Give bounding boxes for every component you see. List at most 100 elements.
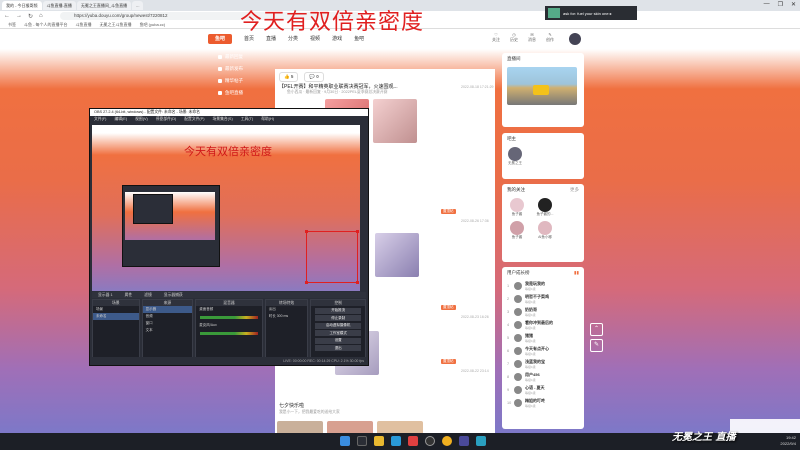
bookmark-item[interactable]: 无冕之王斗鱼直播 xyxy=(100,22,132,28)
close-button[interactable]: ✕ xyxy=(791,1,796,8)
virtual-camera-button[interactable]: 启动虚拟摄像机 xyxy=(315,322,361,329)
post-title[interactable]: 【PEL开赛】和平精英职业联赛决赛冠军，火速围观... xyxy=(279,83,398,90)
minimize-button[interactable]: — xyxy=(764,1,770,8)
source-item[interactable]: 窗口 xyxy=(143,320,193,327)
leftnav-item[interactable]: 最新回复 xyxy=(212,51,270,63)
system-tray[interactable]: 19:42 2022/9/4 xyxy=(780,435,796,447)
more-link[interactable]: 更多 xyxy=(570,187,579,193)
obs-icon[interactable] xyxy=(425,436,435,446)
message-icon[interactable]: ✉ 消息 xyxy=(528,32,536,43)
create-icon[interactable]: ✎ 创作 xyxy=(546,32,554,43)
obs-menu-item[interactable]: 帮助(H) xyxy=(261,116,274,123)
follow-item[interactable]: 鱼子酱 xyxy=(508,221,526,240)
follow-item[interactable]: 鱼子酱的... xyxy=(536,198,554,217)
ranking-item[interactable]: 3 奶奶哥 等级1级 xyxy=(502,305,584,318)
source-item[interactable]: 显示器 xyxy=(142,306,193,313)
obs-menu-item[interactable]: 配置文件(P) xyxy=(184,116,204,123)
follow-item[interactable]: AI鱼小嘟 xyxy=(536,221,554,240)
like-button[interactable]: 👍 5 xyxy=(279,72,299,82)
obs-menu-item[interactable]: 工具(T) xyxy=(241,116,253,123)
notification-banner[interactable]: ask for: fuel your skin one ▸ xyxy=(545,6,637,20)
nav-item[interactable]: 鱼吧 xyxy=(354,35,364,42)
nav-item[interactable]: 直播 xyxy=(266,35,276,42)
live-preview[interactable] xyxy=(507,67,577,105)
feedback-button[interactable]: ✎ xyxy=(590,339,603,352)
bookmark-item[interactable]: 鱼吧 (yuba.cc) xyxy=(140,22,166,28)
leftnav-item[interactable]: 最新发布 xyxy=(212,63,270,75)
exit-button[interactable]: 退出 xyxy=(315,345,361,351)
studio-mode-button[interactable]: 工作室模式 xyxy=(315,330,361,336)
source-item[interactable]: 音频 xyxy=(143,313,193,320)
leftnav-item[interactable]: 精华帖子 xyxy=(212,75,270,87)
app-icon[interactable] xyxy=(476,436,486,446)
scroll-top-button[interactable]: ⌃ xyxy=(590,323,603,336)
browser-tab[interactable]: 斗鱼直播-直播 xyxy=(42,1,76,10)
chrome-icon[interactable] xyxy=(442,436,452,446)
ad-bar[interactable] xyxy=(730,419,800,433)
source-item[interactable]: 文本 xyxy=(143,327,193,334)
ranking-item[interactable]: 7 浅蓝我的宝 等级1级 xyxy=(502,357,584,370)
obs-menu-item[interactable]: 场景集合(S) xyxy=(212,116,232,123)
maximize-button[interactable]: ❐ xyxy=(778,1,783,8)
obs-menu-item[interactable]: 编辑(E) xyxy=(114,116,127,123)
post-thumbnail[interactable] xyxy=(327,421,373,433)
ranking-item[interactable]: 10 梅姐的叮咚 等级1级 xyxy=(502,396,584,409)
ranking-item[interactable]: 4 看你冲到最后的 等级1级 xyxy=(502,318,584,331)
ranking-item[interactable]: 1 我是玩我的 等级1级 xyxy=(502,279,584,292)
browser-tab[interactable]: ... xyxy=(132,1,144,10)
history-icon[interactable]: ◷ 历史 xyxy=(510,32,518,43)
back-icon[interactable]: ← xyxy=(4,13,10,19)
comment-button[interactable]: 💬 0 xyxy=(304,72,324,82)
anchor-avatar[interactable] xyxy=(508,147,522,161)
obs-menu-item[interactable]: 视图(V) xyxy=(135,116,148,123)
post-thumbnail[interactable] xyxy=(373,99,417,143)
filters-button[interactable]: 滤镜 xyxy=(144,292,152,298)
obs-preview[interactable]: 今天有双倍亲密度 xyxy=(92,125,360,291)
follow-icon[interactable]: ♡ 关注 xyxy=(492,32,500,43)
ranking-item[interactable]: 8 用户456 等级1级 xyxy=(502,370,584,383)
browser-tab[interactable]: 无冕之王直播间_斗鱼直播 xyxy=(76,1,132,10)
browser-tab[interactable]: 我的 - 今日猴哥频 xyxy=(2,1,42,10)
obs-menu-item[interactable]: 停靠部件(D) xyxy=(156,116,176,123)
start-streaming-button[interactable]: 开始推流 xyxy=(315,307,361,314)
transition-duration[interactable]: 时长 300 ms xyxy=(266,313,308,320)
site-logo[interactable]: 鱼吧 xyxy=(208,34,232,44)
nav-item[interactable]: 首页 xyxy=(244,35,254,42)
properties-button[interactable]: 属性 xyxy=(125,292,133,298)
scene-item[interactable]: 场景 xyxy=(93,306,139,313)
post-thumbnail[interactable] xyxy=(277,421,323,433)
post-title[interactable]: 七夕快乐啦 xyxy=(279,402,304,409)
follow-item[interactable]: 鱼子酱 xyxy=(508,198,526,217)
scene-item[interactable]: 未命名 xyxy=(93,313,139,320)
anchor-profile[interactable]: 无冕之王 xyxy=(502,145,584,168)
ranking-item[interactable]: 2 明哲不子菜鸡 等级1级 xyxy=(502,292,584,305)
leftnav-item[interactable]: 鱼吧直播 xyxy=(212,87,270,99)
nav-item[interactable]: 分类 xyxy=(288,35,298,42)
post-thumbnail[interactable] xyxy=(375,233,419,277)
post-thumbnail[interactable] xyxy=(377,421,423,433)
nav-item[interactable]: 视频 xyxy=(310,35,320,42)
banner-thumbnail xyxy=(548,8,560,18)
ranking-item[interactable]: 9 心语 - 夏天 等级1级 xyxy=(502,383,584,396)
bookmark-item[interactable]: 斗鱼直播 xyxy=(76,22,92,28)
nav-item[interactable]: 游戏 xyxy=(332,35,342,42)
edge-icon[interactable] xyxy=(391,436,401,446)
explorer-icon[interactable] xyxy=(374,436,384,446)
app-icon[interactable] xyxy=(408,436,418,446)
settings-button[interactable]: 设置 xyxy=(315,337,361,344)
ranking-item[interactable]: 6 今天有点开心 等级1级 xyxy=(502,344,584,357)
home-icon[interactable]: ⌂ xyxy=(39,13,43,19)
user-avatar[interactable] xyxy=(569,33,581,45)
stop-recording-button[interactable]: 停止录制 xyxy=(315,315,361,321)
refresh-icon[interactable]: ↻ xyxy=(28,13,33,20)
forward-icon[interactable]: → xyxy=(16,13,22,19)
transition-select[interactable]: 淡出 xyxy=(266,306,308,313)
app-icon[interactable] xyxy=(459,436,469,446)
search-icon[interactable] xyxy=(357,436,367,446)
bookmark-item[interactable]: 斗鱼 - 每个人的直播平台 xyxy=(24,22,68,28)
obs-menu-item[interactable]: 文件(F) xyxy=(94,116,106,123)
ranking-item[interactable]: 5 猪猪 等级1级 xyxy=(502,331,584,344)
source-selection-box[interactable] xyxy=(305,230,359,284)
bookmark-item[interactable]: 书签 xyxy=(8,22,16,28)
windows-start-icon[interactable] xyxy=(340,436,350,446)
